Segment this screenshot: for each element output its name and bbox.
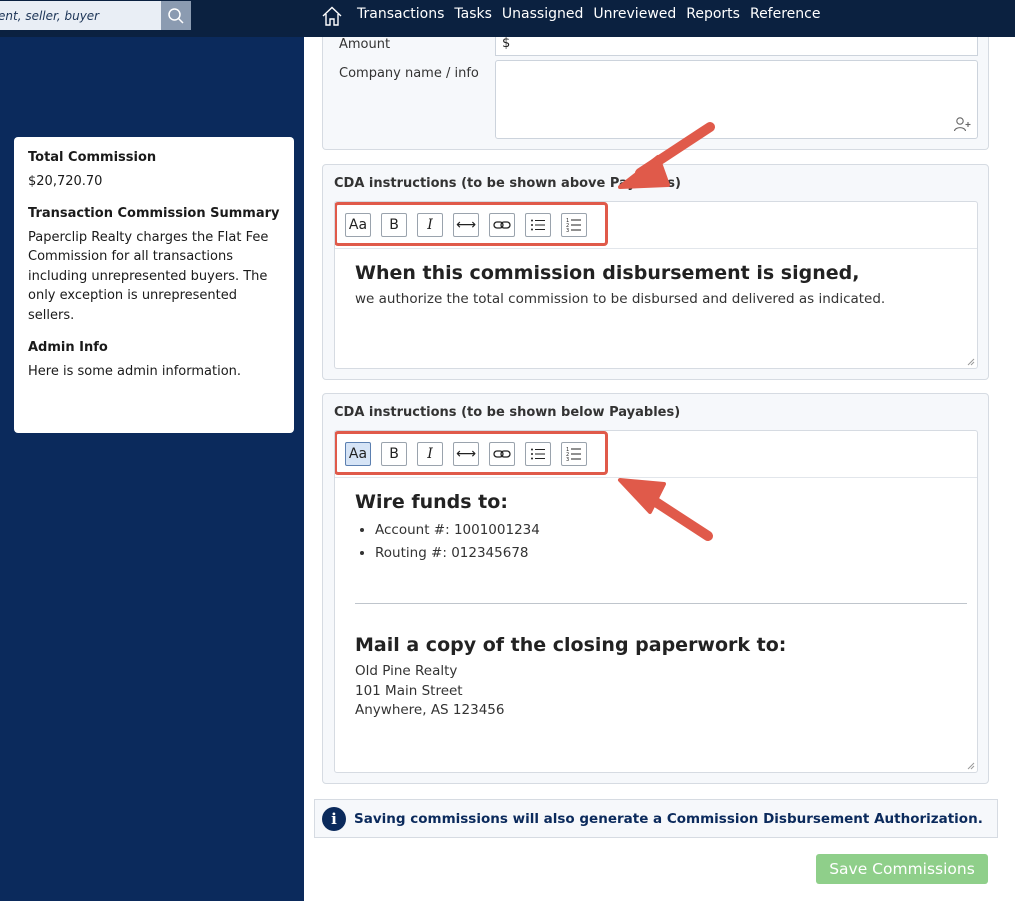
search-button[interactable] <box>161 1 191 30</box>
address-line: Anywhere, AS 123456 <box>355 702 505 718</box>
italic-button[interactable]: I <box>417 442 443 466</box>
cda-below-content: Wire funds to: Account #: 1001001234 Rou… <box>355 491 967 721</box>
separator-line <box>355 603 967 604</box>
company-info-textarea[interactable] <box>495 60 978 139</box>
address-line: 101 Main Street <box>355 682 463 699</box>
company-label: Company name / info <box>339 66 479 81</box>
horizontal-rule-icon: ⟷ <box>455 217 477 233</box>
amount-label: Amount <box>339 37 391 52</box>
font-size-button[interactable]: Aa <box>345 442 371 466</box>
font-size-icon: Aa <box>348 446 368 462</box>
cda-below-title: CDA instructions (to be shown below Paya… <box>334 405 681 420</box>
cda-below-editor[interactable]: Aa B I ⟷ 123 Wire funds to: Account #: 1… <box>334 430 978 773</box>
amount-input[interactable]: $ <box>495 37 978 56</box>
search-input[interactable] <box>0 1 161 30</box>
admin-info-text: Here is some admin information. <box>28 363 242 379</box>
bullet-list-icon <box>531 219 545 231</box>
numbered-list-icon: 123 <box>566 447 581 462</box>
svg-text:3: 3 <box>566 228 569 233</box>
list-item: Routing #: 012345678 <box>375 542 967 565</box>
cda-below-toolbar: Aa B I ⟷ 123 <box>335 431 977 478</box>
total-commission-label: Total Commission <box>28 150 157 165</box>
cda-below-section: CDA instructions (to be shown below Paya… <box>322 393 989 784</box>
cda-above-toolbar: Aa B I ⟷ 123 <box>335 202 977 249</box>
bullet-list-button[interactable] <box>525 213 551 237</box>
resize-grip-icon[interactable] <box>967 762 975 770</box>
bullet-list-icon <box>531 448 545 460</box>
info-banner: i Saving commissions will also generate … <box>314 799 998 838</box>
bold-button[interactable]: B <box>381 213 407 237</box>
numbered-list-button[interactable]: 123 <box>561 442 587 466</box>
font-size-icon: Aa <box>348 217 368 233</box>
search-icon <box>168 7 184 24</box>
bold-button[interactable]: B <box>381 442 407 466</box>
cda-above-section: CDA instructions (to be shown above Paya… <box>322 164 989 380</box>
summary-text: Paperclip Realty charges the Flat Fee Co… <box>28 229 269 323</box>
nav-reports[interactable]: Reports <box>686 6 740 22</box>
address-block: Old Pine Realty 101 Main Street Anywhere… <box>355 662 967 721</box>
numbered-list-button[interactable]: 123 <box>561 213 587 237</box>
info-icon: i <box>322 806 346 831</box>
link-button[interactable] <box>489 213 515 237</box>
bold-icon: B <box>389 446 399 462</box>
horizontal-rule-button[interactable]: ⟷ <box>453 442 479 466</box>
info-text: Saving commissions will also generate a … <box>354 810 983 827</box>
nav-unreviewed[interactable]: Unreviewed <box>593 6 676 22</box>
wire-heading: Wire funds to: <box>355 491 508 513</box>
add-contact-icon[interactable] <box>953 116 971 132</box>
address-line: Old Pine Realty <box>355 663 458 679</box>
numbered-list-icon: 123 <box>566 218 581 233</box>
admin-info-title: Admin Info <box>28 339 108 355</box>
commission-summary-card: Total Commission $20,720.70 Transaction … <box>14 137 294 433</box>
cda-above-heading: When this commission disbursement is sig… <box>355 262 860 284</box>
italic-icon: I <box>427 446 433 462</box>
main-nav: Transactions Tasks Unassigned Unreviewed… <box>357 6 830 22</box>
horizontal-rule-button[interactable]: ⟷ <box>453 213 479 237</box>
cda-above-editor[interactable]: Aa B I ⟷ 123 When this commission disbur… <box>334 201 978 369</box>
total-commission-value: $20,720.70 <box>28 174 103 189</box>
nav-transactions[interactable]: Transactions <box>357 6 444 22</box>
summary-title: Transaction Commission Summary <box>28 205 280 221</box>
cda-above-text: we authorize the total commission to be … <box>355 291 886 307</box>
link-icon <box>493 450 511 458</box>
top-navbar: Transactions Tasks Unassigned Unreviewed… <box>0 0 1015 37</box>
nav-reference[interactable]: Reference <box>750 6 821 22</box>
italic-icon: I <box>427 217 433 233</box>
bullet-list-button[interactable] <box>525 442 551 466</box>
nav-unassigned[interactable]: Unassigned <box>502 6 583 22</box>
wire-list: Account #: 1001001234 Routing #: 0123456… <box>355 519 967 565</box>
horizontal-rule-icon: ⟷ <box>455 446 477 462</box>
nav-tasks[interactable]: Tasks <box>454 6 492 22</box>
mail-heading: Mail a copy of the closing paperwork to: <box>355 634 787 656</box>
font-size-button[interactable]: Aa <box>345 213 371 237</box>
home-icon[interactable] <box>321 5 343 27</box>
link-button[interactable] <box>489 442 515 466</box>
svg-text:3: 3 <box>566 457 569 462</box>
save-commissions-button[interactable]: Save Commissions <box>816 854 988 884</box>
cda-above-title: CDA instructions (to be shown above Paya… <box>334 176 681 191</box>
list-item: Account #: 1001001234 <box>375 519 967 542</box>
italic-button[interactable]: I <box>417 213 443 237</box>
link-icon <box>493 221 511 229</box>
cda-above-content: When this commission disbursement is sig… <box>355 262 967 310</box>
resize-grip-icon[interactable] <box>967 358 975 366</box>
bold-icon: B <box>389 217 399 233</box>
